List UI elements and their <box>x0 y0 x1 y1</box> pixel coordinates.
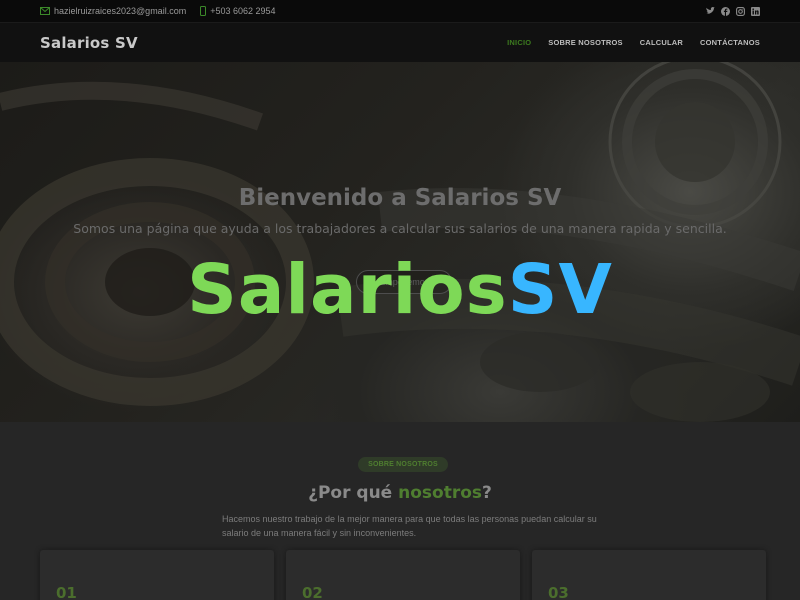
phone-contact[interactable]: +503 6062 2954 <box>200 6 276 16</box>
email-contact[interactable]: hazielruizraices2023@gmail.com <box>40 6 186 16</box>
instagram-icon[interactable] <box>736 6 745 16</box>
nav-item-contactanos[interactable]: CONTÁCTANOS <box>700 38 760 47</box>
hero-title: Bienvenido a Salarios SV <box>238 185 562 211</box>
hero-background-image <box>0 62 800 422</box>
card-number: 02 <box>302 584 323 600</box>
feature-card: 02 <box>286 550 520 600</box>
salarios-sv-logo: SalariosSV <box>0 250 800 330</box>
social-links <box>706 6 760 16</box>
hero-subtitle: Somos una página que ayuda a los trabaja… <box>73 221 727 236</box>
about-section: SOBRE NOSOTROS ¿Por qué nosotros? Hacemo… <box>0 422 800 600</box>
card-number: 01 <box>56 584 77 600</box>
nav-item-sobre-nosotros[interactable]: SOBRE NOSOTROS <box>548 38 622 47</box>
card-number: 03 <box>548 584 569 600</box>
linkedin-icon[interactable] <box>751 6 760 16</box>
phone-text: +503 6062 2954 <box>210 6 276 16</box>
section-badge: SOBRE NOSOTROS <box>358 457 448 472</box>
envelope-icon <box>40 7 50 15</box>
nav-item-calcular[interactable]: CALCULAR <box>640 38 683 47</box>
email-text: hazielruizraices2023@gmail.com <box>54 6 187 16</box>
main-nav: INICIO SOBRE NOSOTROS CALCULAR CONTÁCTAN… <box>507 38 760 47</box>
twitter-icon[interactable] <box>706 7 715 16</box>
about-title-highlight: nosotros <box>398 483 483 503</box>
phone-icon <box>200 6 207 16</box>
logo-part-salarios: Salarios <box>187 250 508 330</box>
logo-part-sv: SV <box>507 250 613 330</box>
feature-card: 03 <box>532 550 766 600</box>
top-contact-bar: hazielruizraices2023@gmail.com +503 6062… <box>0 0 800 22</box>
about-title: ¿Por qué nosotros? <box>0 483 800 503</box>
feature-card: 01 <box>40 550 274 600</box>
facebook-icon[interactable] <box>721 6 730 16</box>
about-title-suffix: ? <box>482 483 492 503</box>
brand-logo[interactable]: Salarios SV <box>40 34 138 52</box>
site-header: Salarios SV INICIO SOBRE NOSOTROS CALCUL… <box>0 22 800 62</box>
about-title-prefix: ¿Por qué <box>308 483 399 503</box>
about-description: Hacemos nuestro trabajo de la mejor mane… <box>222 514 597 538</box>
hero-section: Bienvenido a Salarios SV Somos una págin… <box>0 62 800 422</box>
nav-item-inicio[interactable]: INICIO <box>507 38 531 47</box>
